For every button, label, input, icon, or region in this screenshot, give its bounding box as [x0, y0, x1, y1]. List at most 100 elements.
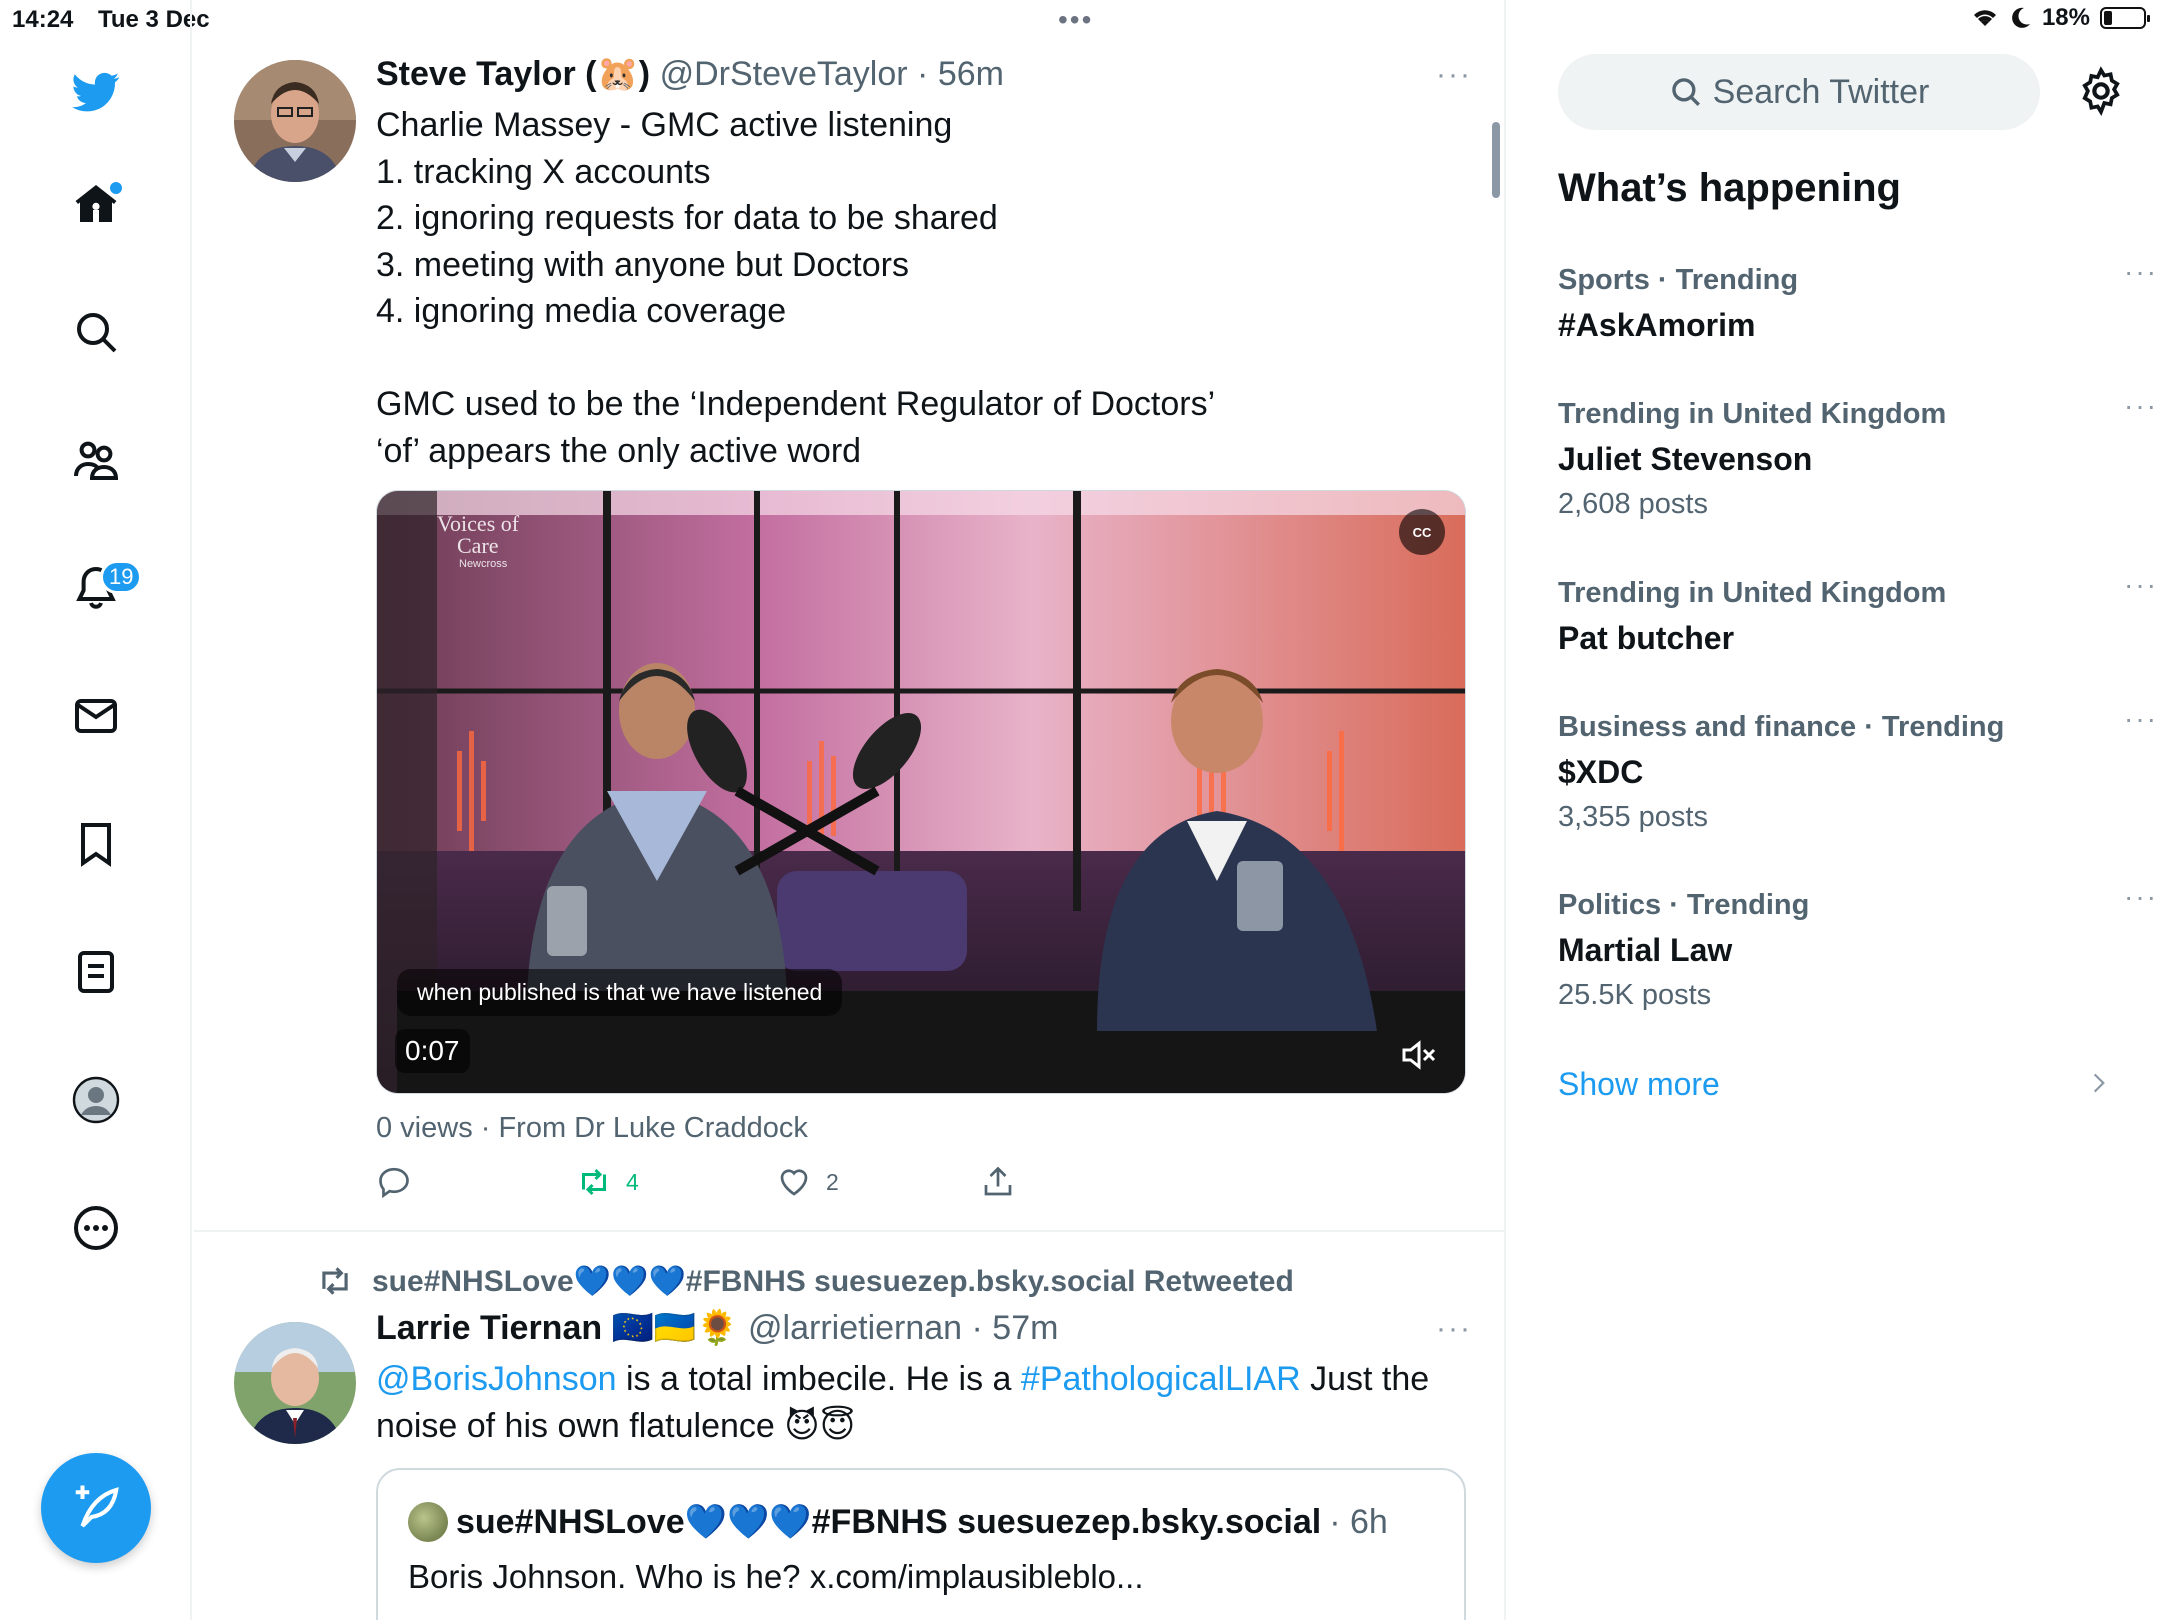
- like-count: 2: [826, 1168, 839, 1195]
- trend-post-count: 3,355 posts: [1558, 801, 1708, 833]
- avatar-larrie-tiernan[interactable]: [234, 1322, 356, 1444]
- tweet-larrie-tiernan[interactable]: sue#NHSLove💙💙💙#FBNHS suesuezep.bsky.soci…: [194, 1232, 1506, 1620]
- tweet-views-source: 0 views · From Dr Luke Craddock: [376, 1112, 808, 1144]
- mention-link[interactable]: @BorisJohnson: [376, 1360, 617, 1398]
- trend-item[interactable]: Trending in United Kingdom Pat butcher ·…: [1558, 569, 2156, 657]
- nav-explore[interactable]: [60, 296, 132, 368]
- trend-post-count: 25.5K posts: [1558, 979, 1712, 1011]
- author-name[interactable]: Steve Taylor (🐹): [376, 55, 650, 93]
- trend-more-icon[interactable]: ···: [2124, 256, 2158, 288]
- tweet-more-icon[interactable]: ···: [1436, 1312, 1472, 1346]
- reply-icon: [379, 1167, 409, 1199]
- quoted-tweet[interactable]: sue#NHSLove💙💙💙#FBNHS suesuezep.bsky.soci…: [376, 1468, 1466, 1620]
- retweeted-by-text: sue#NHSLove💙💙💙#FBNHS suesuezep.bsky.soci…: [372, 1264, 1294, 1298]
- tweet-text: Charlie Massey - GMC active listening 1.…: [376, 106, 1216, 470]
- trend-context: Politics · Trending: [1558, 889, 1810, 921]
- whats-happening-title: What’s happening: [1558, 166, 1901, 210]
- author-handle[interactable]: @DrSteveTaylor: [660, 55, 908, 93]
- quoted-author-name: sue#NHSLove💙💙💙#FBNHS suesuezep.bsky.soci…: [456, 1503, 1322, 1541]
- quoted-tweet-text: Boris Johnson. Who is he? x.com/implausi…: [408, 1558, 1144, 1595]
- trend-topic: #AskAmorim: [1558, 307, 1756, 343]
- tweet-text: @BorisJohnson is a total imbecile. He is…: [376, 1356, 1476, 1449]
- tweet-header: Larrie Tiernan 🇪🇺🇺🇦🌻 @larrietiernan · 57…: [376, 1308, 1058, 1348]
- hashtag-link[interactable]: #PathologicalLIAR: [1021, 1360, 1301, 1398]
- timeline: Steve Taylor (🐹) @DrSteveTaylor · 56m ··…: [194, 0, 1506, 1620]
- trend-more-icon[interactable]: ···: [2124, 569, 2158, 601]
- retweeted-by-line[interactable]: sue#NHSLove💙💙💙#FBNHS suesuezep.bsky.soci…: [316, 1262, 1294, 1300]
- nav-profile[interactable]: [60, 1064, 132, 1136]
- chevron-right-icon[interactable]: [2086, 1068, 2112, 1098]
- nav-messages[interactable]: [60, 680, 132, 752]
- trend-more-icon[interactable]: ···: [2124, 703, 2158, 735]
- twitter-logo-icon[interactable]: [60, 56, 132, 128]
- retweet-icon: [582, 1168, 606, 1196]
- retweet-icon: [322, 1267, 348, 1295]
- lists-icon: [78, 951, 114, 993]
- search-input[interactable]: Search Twitter: [1558, 54, 2040, 130]
- svg-text:Newcross: Newcross: [459, 558, 508, 570]
- trend-context: Trending in United Kingdom: [1558, 577, 1947, 609]
- reply-button[interactable]: [376, 1164, 412, 1200]
- quoted-author-avatar: [408, 1502, 448, 1542]
- right-sidebar: Search Twitter What’s happening Sports ·…: [1508, 0, 2160, 1620]
- trend-topic: Pat butcher: [1558, 620, 1735, 656]
- compose-tweet-button[interactable]: [41, 1453, 151, 1563]
- like-button[interactable]: 2: [776, 1164, 839, 1200]
- trend-context: Trending in United Kingdom: [1558, 398, 1947, 430]
- quoted-tweet-header: sue#NHSLove💙💙💙#FBNHS suesuezep.bsky.soci…: [408, 1502, 1388, 1542]
- tweet-steve-taylor[interactable]: Steve Taylor (🐹) @DrSteveTaylor · 56m ··…: [194, 40, 1506, 1232]
- mute-icon[interactable]: [1399, 1035, 1439, 1075]
- retweet-button[interactable]: 4: [576, 1164, 639, 1200]
- search-icon: [1671, 78, 1700, 106]
- nav-more[interactable]: [60, 1192, 132, 1264]
- tweet-video[interactable]: Voices of Care Newcross CC when publishe…: [376, 490, 1466, 1094]
- closed-captions-button[interactable]: CC: [1399, 509, 1445, 555]
- share-button[interactable]: [980, 1164, 1016, 1200]
- profile-avatar-icon: [72, 1076, 120, 1124]
- trend-item[interactable]: Politics · Trending Martial Law 25.5K po…: [1558, 881, 2156, 1012]
- quoted-tweet-time: · 6h: [1329, 1502, 1388, 1541]
- trend-more-icon[interactable]: ···: [2124, 881, 2158, 913]
- left-nav: 19: [0, 0, 192, 1620]
- home-new-dot: [110, 182, 122, 194]
- feather-plus-icon: [75, 1485, 119, 1528]
- trend-item[interactable]: Business and finance · Trending $XDC 3,3…: [1558, 703, 2156, 834]
- trend-topic: Martial Law: [1558, 932, 1733, 968]
- bookmark-icon: [81, 823, 111, 867]
- search-icon: [77, 313, 117, 353]
- mail-icon: [75, 699, 117, 733]
- nav-home[interactable]: [60, 168, 132, 240]
- tweet-header: Steve Taylor (🐹) @DrSteveTaylor · 56m: [376, 54, 1004, 94]
- video-caption: when published is that we have listened: [397, 969, 843, 1016]
- tweet-more-icon[interactable]: ···: [1436, 58, 1472, 92]
- nav-bookmarks[interactable]: [60, 808, 132, 880]
- tweet-actions: 4 2: [376, 1164, 1076, 1206]
- retweet-count: 4: [626, 1168, 639, 1195]
- trend-post-count: 2,608 posts: [1558, 488, 1708, 520]
- svg-text:Care: Care: [457, 533, 499, 558]
- trend-item[interactable]: Sports · Trending #AskAmorim ···: [1558, 256, 2156, 344]
- author-handle[interactable]: @larrietiernan: [748, 1309, 962, 1347]
- nav-notifications[interactable]: 19: [60, 552, 143, 624]
- trend-topic: Juliet Stevenson: [1558, 441, 1813, 477]
- show-more-link[interactable]: Show more: [1558, 1066, 1720, 1103]
- trend-topic: $XDC: [1558, 754, 1644, 790]
- tweet-time[interactable]: · 56m: [917, 55, 1004, 93]
- communities-icon: [74, 441, 119, 480]
- trend-context: Sports · Trending: [1558, 264, 1799, 296]
- tweet-time[interactable]: · 57m: [972, 1309, 1059, 1347]
- notifications-badge: 19: [100, 560, 143, 594]
- video-duration: 0:07: [395, 1029, 470, 1073]
- nav-lists[interactable]: [60, 936, 132, 1008]
- nav-communities[interactable]: [60, 424, 132, 496]
- search-placeholder: Search Twitter: [1712, 72, 1930, 111]
- heart-icon: [780, 1169, 808, 1196]
- author-name[interactable]: Larrie Tiernan 🇪🇺🇺🇦🌻: [376, 1309, 739, 1347]
- share-icon: [984, 1166, 1012, 1196]
- trend-context: Business and finance · Trending: [1558, 711, 2005, 743]
- gear-icon[interactable]: [2076, 66, 2126, 116]
- tweet-text-part: is a total imbecile. He is a: [616, 1360, 1021, 1398]
- trend-item[interactable]: Trending in United Kingdom Juliet Steven…: [1558, 390, 2156, 521]
- trend-more-icon[interactable]: ···: [2124, 390, 2158, 422]
- avatar-steve-taylor[interactable]: [234, 60, 356, 182]
